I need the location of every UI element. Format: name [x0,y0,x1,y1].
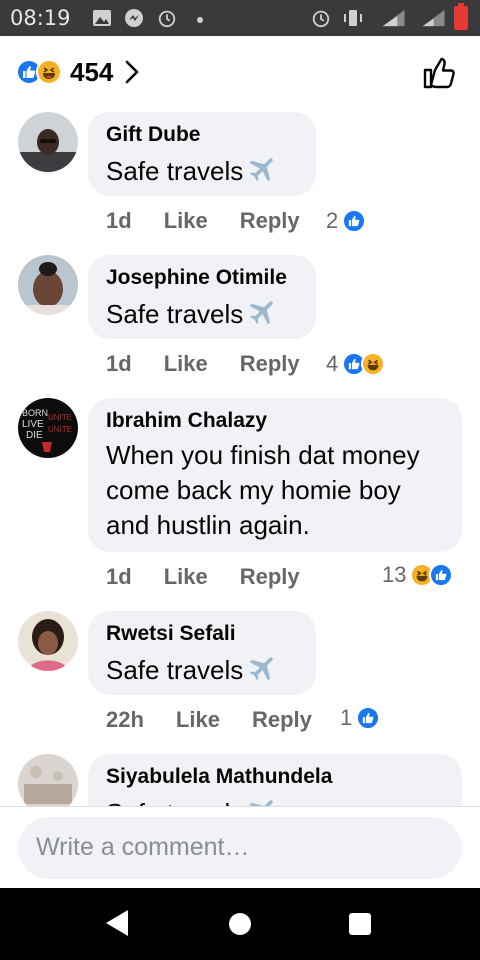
airplane-icon [249,301,273,325]
like-button[interactable]: Like [164,208,208,234]
reply-button[interactable]: Reply [240,208,300,234]
signal-icon [382,9,405,27]
comment-author[interactable]: Rwetsi Sefali [106,621,298,647]
svg-text:UNITE: UNITE [48,413,72,422]
airplane-icon [249,800,273,806]
avatar[interactable]: BORN LIVE DIE UNITE UNITE [18,398,78,458]
system-nav-bar [0,888,480,960]
reaction-count: 13 [382,562,407,587]
gallery-icon [93,10,111,26]
comment-reactions[interactable]: 13 [382,560,454,590]
comment-text: Safe travels [106,651,298,688]
comment-bubble[interactable]: Rwetsi Sefali Safe travels [88,611,316,695]
svg-text:DIE: DIE [26,430,43,441]
reaction-count: 454 [70,56,114,87]
svg-text:UNITE: UNITE [48,425,72,434]
alarm-icon [158,10,176,28]
thumbs-up-outline-icon[interactable] [422,56,456,90]
comment-reactions[interactable]: 2 [326,206,367,236]
like-button[interactable]: Like [164,351,208,377]
comments-sheet: 454 Gift Dube Safe travels 1d Like Reply… [0,36,480,888]
reply-button[interactable]: Reply [240,564,300,590]
comment-text-line: come back my homie boy [106,475,401,505]
comment-text: Safe travels [106,295,298,332]
reaction-count: 2 [326,208,339,233]
messenger-icon [125,9,143,27]
comment-meta: 1d Like Reply [106,349,332,379]
haha-reaction-icon [361,352,386,376]
comment-time[interactable]: 1d [106,564,132,590]
comment-time[interactable]: 1d [106,208,132,234]
avatar[interactable] [18,754,78,806]
reply-button[interactable]: Reply [252,707,312,733]
comment-time[interactable]: 22h [106,707,144,733]
comment-composer-bar: Write a comment… [0,806,480,888]
comment-text-line: and hustlin again. [106,510,310,540]
avatar[interactable] [18,611,78,671]
signal-icon [422,9,445,27]
comment-bubble[interactable]: Siyabulela Mathundela Safe travels [88,754,462,806]
status-bar: 08:19 [0,0,480,36]
comment-reactions[interactable]: 4 [326,349,386,379]
like-reaction-icon [429,563,454,587]
comment-text: Safe travels [106,152,298,189]
comment-text-line: When you finish dat money [106,440,420,470]
comment-input-placeholder: Write a comment… [36,833,250,861]
battery-icon [454,3,468,30]
like-reaction-icon [356,706,381,730]
vibrate-icon [344,10,362,26]
status-time: 08:19 [10,6,71,30]
reply-button[interactable]: Reply [240,351,300,377]
comment-meta: 1d Like Reply [106,206,332,236]
comment-list[interactable]: Gift Dube Safe travels 1d Like Reply 2 J… [0,108,480,806]
svg-text:BORN: BORN [22,408,48,418]
comment-author[interactable]: Gift Dube [106,122,298,148]
reaction-count: 4 [326,351,339,376]
back-icon[interactable] [106,910,128,936]
dot-icon [197,17,203,23]
like-reaction-icon [342,209,367,233]
airplane-icon [249,158,273,182]
like-button[interactable]: Like [164,564,208,590]
comment-bubble[interactable]: Ibrahim Chalazy When you finish dat mone… [88,398,462,552]
comment-author[interactable]: Ibrahim Chalazy [106,408,444,434]
comment-text: Safe travels [106,794,444,806]
airplane-icon [249,657,273,681]
haha-reaction-icon [36,59,62,85]
comment-bubble[interactable]: Josephine Otimile Safe travels [88,255,316,339]
comment-bubble[interactable]: Gift Dube Safe travels [88,112,316,196]
home-icon[interactable] [229,913,251,935]
reaction-count: 1 [340,705,353,730]
comment-meta: 22h Like Reply [106,705,344,735]
svg-text:LIVE: LIVE [22,419,44,430]
comment-reactions[interactable]: 1 [340,703,381,733]
reactions-summary[interactable]: 454 [16,56,139,88]
comment-author[interactable]: Siyabulela Mathundela [106,764,444,790]
comment-author[interactable]: Josephine Otimile [106,265,298,291]
recents-icon[interactable] [349,913,371,935]
alarm-icon [312,10,330,28]
comment-time[interactable]: 1d [106,351,132,377]
avatar[interactable] [18,112,78,172]
comment-input[interactable]: Write a comment… [18,817,462,879]
chevron-right-icon[interactable] [125,60,139,84]
like-button[interactable]: Like [176,707,220,733]
avatar[interactable] [18,255,78,315]
comment-meta: 1d Like Reply [106,562,332,592]
